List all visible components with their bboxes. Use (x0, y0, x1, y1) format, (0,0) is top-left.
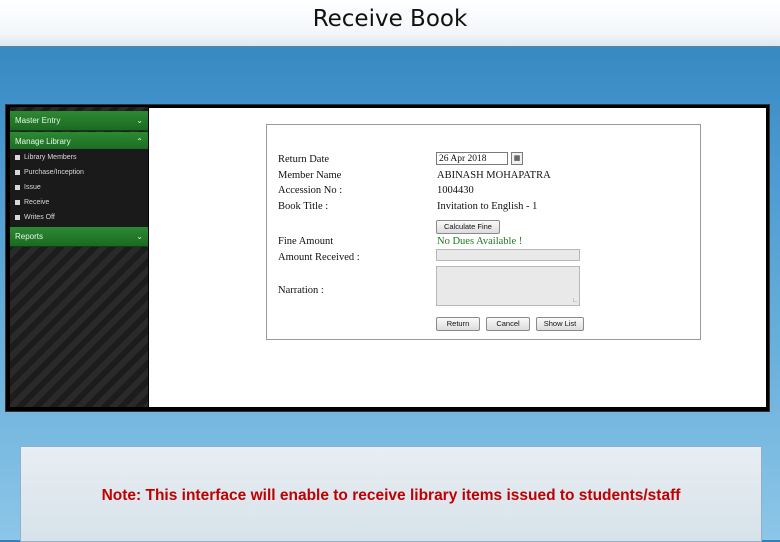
sidebar-item-receive[interactable]: Receive (15, 196, 49, 210)
sidebar-item-purchase-inception[interactable]: Purchase/Inception (15, 166, 84, 180)
menu-reports[interactable]: Reports ⌄ (10, 227, 148, 247)
bullet-square-icon (15, 169, 20, 175)
fine-status-text: No Dues Available ! (437, 236, 523, 247)
bullet-square-icon (15, 154, 20, 160)
narration-label: Narration : (278, 285, 324, 296)
chevron-down-icon: ⌄ (136, 232, 143, 241)
show-list-button[interactable]: Show List (536, 317, 584, 331)
sidebar-item-writes-off[interactable]: Writes Off (15, 211, 55, 225)
chevron-down-icon: ⌄ (136, 116, 143, 125)
bullet-square-icon (15, 214, 20, 220)
slide-title-bar: Receive Book (0, 0, 780, 48)
calculate-fine-button[interactable]: Calculate Fine (436, 220, 500, 234)
accession-value: 1004430 (437, 185, 474, 196)
resize-grip-icon[interactable]: ∟ (572, 298, 578, 304)
return-date-label: Return Date (278, 154, 330, 165)
menu-label: Master Entry (15, 116, 61, 125)
return-button[interactable]: Return (436, 317, 480, 331)
app-screenshot: Master Entry ⌄ Manage Library ⌃ Library … (5, 104, 770, 412)
sidebar-item-issue[interactable]: Issue (15, 181, 41, 195)
menu-label: Reports (15, 232, 44, 241)
receive-book-form: Return Date 26 Apr 2018 ▦ Member Name AB… (266, 124, 701, 340)
member-name-value: ABINASH MOHAPATRA (437, 170, 551, 181)
member-name-label: Member Name (278, 170, 342, 181)
menu-label: Manage Library (15, 137, 71, 146)
amount-received-input[interactable] (436, 249, 580, 261)
note-panel: Note: This interface will enable to rece… (20, 446, 762, 542)
book-title-value: Invitation to English - 1 (437, 201, 538, 212)
content-area: Return Date 26 Apr 2018 ▦ Member Name AB… (149, 108, 766, 407)
sidebar: Master Entry ⌄ Manage Library ⌃ Library … (10, 107, 148, 407)
manage-library-submenu: Library Members Purchase/Inception Issue… (10, 149, 148, 227)
sidebar-item-library-members[interactable]: Library Members (15, 151, 77, 165)
bullet-square-icon (15, 199, 20, 205)
cancel-button[interactable]: Cancel (486, 317, 530, 331)
calendar-icon[interactable]: ▦ (511, 152, 523, 165)
return-date-input[interactable]: 26 Apr 2018 (436, 152, 508, 165)
slide-title: Receive Book (312, 6, 468, 32)
bullet-square-icon (15, 184, 20, 190)
note-text: Note: This interface will enable to rece… (101, 487, 681, 504)
accession-label: Accession No : (278, 185, 343, 196)
narration-textarea[interactable]: ∟ (436, 266, 580, 306)
fine-amount-label: Fine Amount (278, 236, 334, 247)
amount-received-label: Amount Received : (278, 252, 360, 263)
menu-master-entry[interactable]: Master Entry ⌄ (10, 111, 148, 131)
book-title-label: Book Title : (278, 201, 329, 212)
